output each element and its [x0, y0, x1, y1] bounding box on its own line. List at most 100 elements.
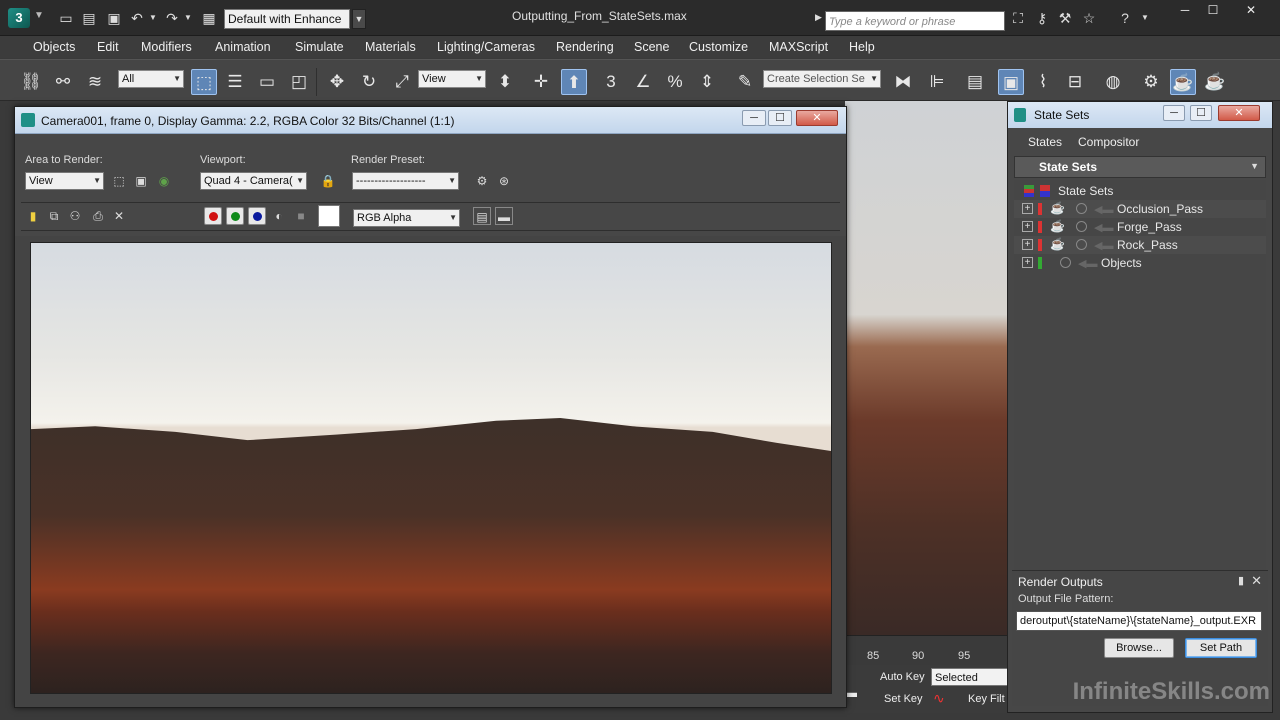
blue-channel-toggle[interactable] — [248, 207, 266, 225]
menu-scene[interactable]: Scene — [634, 40, 669, 54]
key-filters-button[interactable]: Key Filt — [968, 693, 1005, 705]
search-input[interactable]: Type a keyword or phrase — [825, 11, 1005, 31]
named-selection-set-select[interactable]: Create Selection Se ▼ — [763, 70, 881, 88]
undo-icon[interactable]: ↶ — [129, 10, 145, 26]
print-image-icon[interactable]: ⎙ — [89, 207, 107, 225]
menu-states[interactable]: States — [1028, 135, 1062, 149]
environment-effects-icon[interactable]: ⊛ — [495, 172, 513, 190]
maximize-button[interactable]: ☐ — [1198, 2, 1228, 18]
alpha-channel-icon[interactable]: ◐ — [270, 207, 288, 225]
channel-display-select[interactable]: RGB Alpha ▼ — [353, 209, 460, 227]
percent-snap-icon[interactable]: % — [662, 69, 688, 95]
workspace-dropdown-icon[interactable]: ▼ — [352, 9, 366, 29]
viewport-select[interactable]: Quad 4 - Camera(▼ — [200, 172, 307, 190]
key-icon[interactable]: ⚷ — [1034, 10, 1050, 26]
move-icon[interactable]: ✥ — [324, 69, 350, 95]
scale-icon[interactable]: ⤢ — [389, 69, 415, 95]
redo-dropdown-icon[interactable]: ▼ — [180, 10, 196, 26]
set-key-button[interactable]: Set Key — [884, 693, 923, 705]
state-active-icon[interactable] — [1060, 257, 1071, 268]
link-icon[interactable]: ⛓ — [18, 69, 44, 95]
undo-dropdown-icon[interactable]: ▼ — [145, 10, 161, 26]
window-crossing-icon[interactable]: ◰ — [286, 69, 312, 95]
swatch-color[interactable] — [318, 205, 340, 227]
help-dropdown-icon[interactable]: ▼ — [1137, 10, 1153, 26]
favorites-star-icon[interactable]: ☆ — [1081, 10, 1097, 26]
close-button[interactable]: ✕ — [1236, 2, 1266, 18]
curve-editor-icon[interactable]: ⌇ — [1030, 69, 1056, 95]
save-image-icon[interactable]: ▮ — [24, 207, 42, 225]
layer-manager-icon[interactable]: ▤ — [962, 69, 988, 95]
schematic-view-icon[interactable]: ⊟ — [1062, 69, 1088, 95]
app-logo-icon[interactable]: 3 — [8, 8, 30, 28]
key-curve-icon[interactable]: ∿ — [933, 690, 945, 707]
menu-objects[interactable]: Objects — [33, 40, 75, 54]
binoculars-icon[interactable]: ⛶ — [1010, 10, 1026, 26]
lock-viewport-icon[interactable]: 🔒 — [319, 172, 337, 190]
graphite-ribbon-icon[interactable]: ▣ — [998, 69, 1024, 95]
output-file-pattern-input[interactable]: deroutput\{stateName}\{stateName}_output… — [1016, 611, 1262, 631]
expand-icon[interactable]: + — [1022, 203, 1033, 214]
save-file-icon[interactable]: ▣ — [106, 10, 122, 26]
select-object-icon[interactable]: ⬚ — [191, 69, 217, 95]
browse-button[interactable]: Browse... — [1104, 638, 1174, 658]
rendered-frame-window-icon[interactable]: ☕ — [1170, 69, 1196, 95]
project-folder-icon[interactable]: ▦ — [201, 10, 217, 26]
menu-maxscript[interactable]: MAXScript — [769, 40, 828, 54]
clear-image-icon[interactable]: ✕ — [110, 207, 128, 225]
render-window-close-button[interactable]: ✕ — [796, 110, 838, 126]
render-preset-select[interactable]: ------------------- ▼ — [352, 172, 459, 190]
open-file-icon[interactable]: ▤ — [81, 10, 97, 26]
camera-viewport[interactable] — [845, 101, 1010, 635]
render-window-minimize-button[interactable]: ─ — [742, 110, 766, 126]
workspace-select[interactable]: Default with Enhance — [224, 9, 350, 29]
new-file-icon[interactable]: ▭ — [58, 10, 74, 26]
state-sets-close-button[interactable]: ✕ — [1218, 105, 1260, 121]
state-sets-maximize-button[interactable]: ☐ — [1190, 105, 1212, 121]
expand-icon[interactable]: + — [1022, 239, 1033, 250]
menu-modifiers[interactable]: Modifiers — [141, 40, 192, 54]
menu-customize[interactable]: Customize — [689, 40, 748, 54]
render-outputs-close-icon[interactable]: ✕ — [1251, 573, 1262, 589]
list-item-objects[interactable]: + ◀▬ Objects — [1014, 254, 1266, 272]
menu-simulate[interactable]: Simulate — [295, 40, 344, 54]
mirror-icon[interactable]: ⧓ — [890, 69, 916, 95]
environment-icon[interactable]: ◉ — [155, 172, 173, 190]
menu-edit[interactable]: Edit — [97, 40, 119, 54]
menu-help[interactable]: Help — [849, 40, 875, 54]
state-active-icon[interactable] — [1076, 221, 1087, 232]
align-icon[interactable]: ⊫ — [924, 69, 950, 95]
menu-animation[interactable]: Animation — [215, 40, 271, 54]
render-setup-small-icon[interactable]: ⚙ — [473, 172, 491, 190]
clone-window-icon[interactable]: ⚇ — [66, 207, 84, 225]
snaps-toggle-icon[interactable]: 3 — [598, 69, 624, 95]
menu-rendering[interactable]: Rendering — [556, 40, 614, 54]
toggle-ui-overlay-icon[interactable]: ▤ — [473, 207, 491, 225]
set-path-button[interactable]: Set Path — [1185, 638, 1257, 658]
spinner-snap-icon[interactable]: ⇕ — [694, 69, 720, 95]
state-active-icon[interactable] — [1076, 239, 1087, 250]
angle-snap-icon[interactable]: ∠ — [630, 69, 656, 95]
selection-filter-select[interactable]: All ▼ — [118, 70, 184, 88]
render-window-maximize-button[interactable]: ☐ — [768, 110, 792, 126]
search-expand-icon[interactable]: ▶ — [815, 12, 822, 23]
render-setup-icon[interactable]: ⚙ — [1138, 69, 1164, 95]
chevron-down-icon[interactable]: ▼ — [1250, 161, 1259, 171]
render-teapot-icon[interactable]: ☕ — [1050, 201, 1066, 215]
render-window-titlebar[interactable]: Camera001, frame 0, Display Gamma: 2.2, … — [15, 107, 846, 134]
reference-coordinate-select[interactable]: View ▼ — [418, 70, 486, 88]
copy-image-icon[interactable]: ⧉ — [45, 207, 63, 225]
edit-region-icon[interactable]: ⬚ — [110, 172, 128, 190]
key-mode-select[interactable]: Selected — [931, 668, 1011, 686]
minimize-button[interactable]: ─ — [1170, 2, 1200, 18]
app-menu-dropdown-icon[interactable]: ▼ — [34, 10, 44, 21]
auto-key-button[interactable]: Auto Key — [880, 671, 925, 683]
green-channel-toggle[interactable] — [226, 207, 244, 225]
state-active-icon[interactable] — [1076, 203, 1087, 214]
material-editor-icon[interactable]: ◍ — [1100, 69, 1126, 95]
toggle-ui-icon[interactable]: ▬ — [495, 207, 513, 225]
pin-icon[interactable]: ▮ — [1238, 574, 1244, 587]
red-channel-toggle[interactable] — [204, 207, 222, 225]
list-item-forge-pass[interactable]: + ☕ ◀▬ Forge_Pass — [1014, 218, 1266, 236]
render-teapot-icon[interactable]: ☕ — [1050, 219, 1066, 233]
